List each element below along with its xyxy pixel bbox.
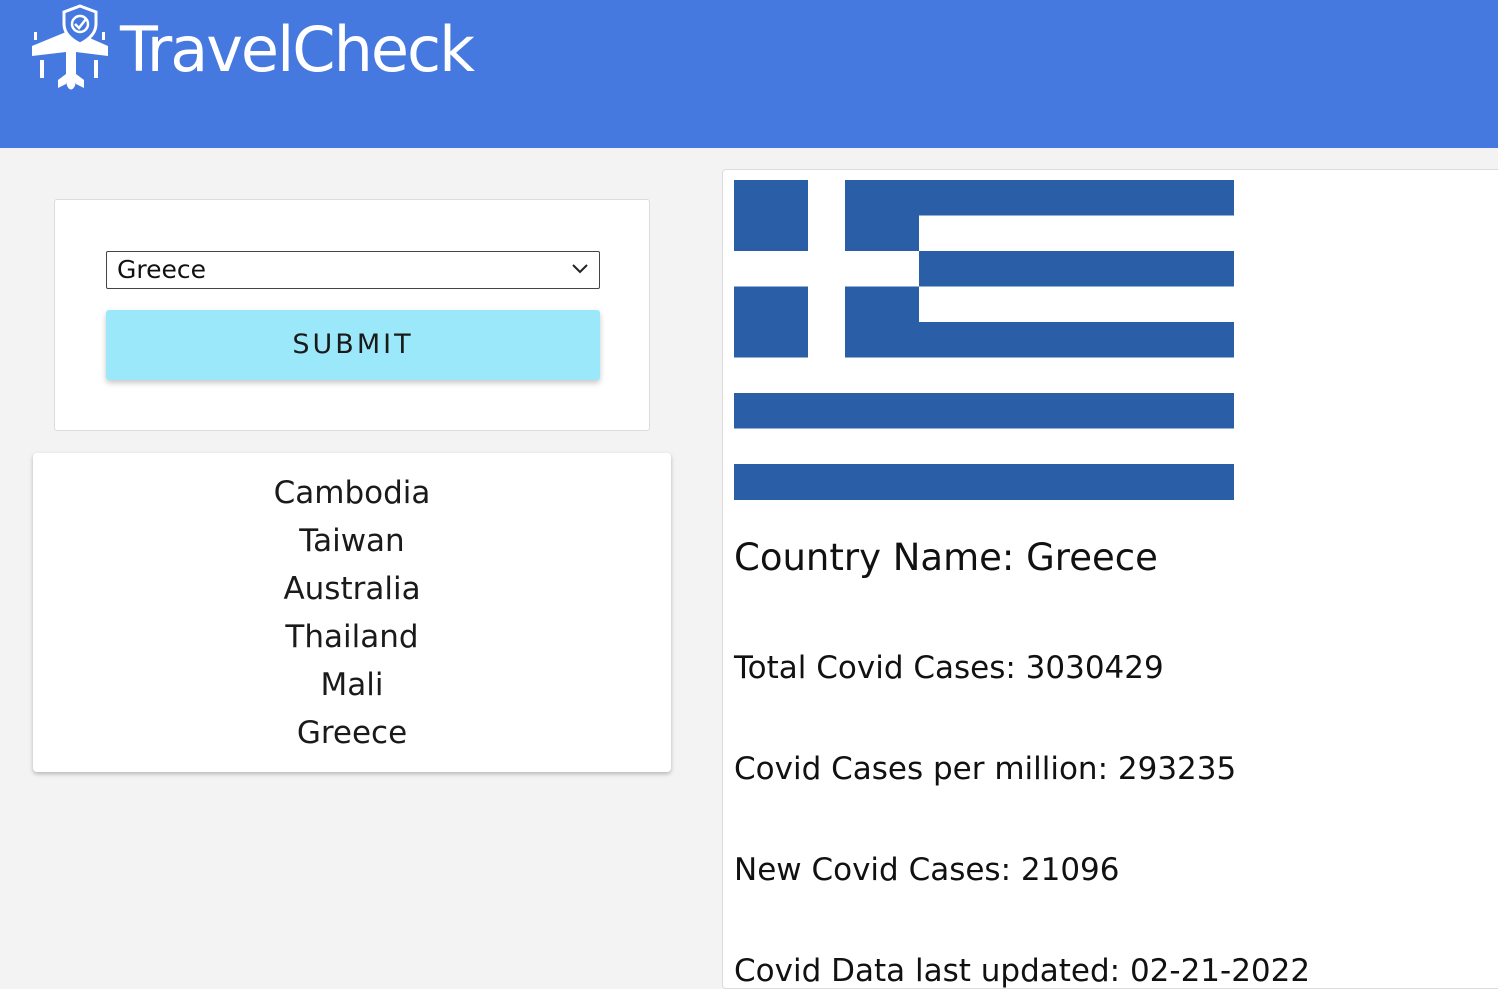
list-item[interactable]: Thailand bbox=[33, 613, 671, 661]
submit-button[interactable]: SUBMIT bbox=[106, 310, 600, 380]
new-cases: New Covid Cases: 21096 bbox=[734, 852, 1120, 888]
greece-flag bbox=[734, 180, 1234, 500]
country-select[interactable]: Greece bbox=[106, 251, 600, 289]
list-item[interactable]: Australia bbox=[33, 565, 671, 613]
app-header: TravelCheck bbox=[0, 0, 1498, 148]
chevron-down-icon bbox=[572, 264, 588, 274]
total-cases: Total Covid Cases: 3030429 bbox=[734, 650, 1164, 686]
list-item[interactable]: Cambodia bbox=[33, 469, 671, 517]
country-form-card: Greece SUBMIT bbox=[54, 199, 650, 431]
country-name: Country Name: Greece bbox=[734, 536, 1158, 579]
recent-countries-card: Cambodia Taiwan Australia Thailand Mali … bbox=[33, 453, 671, 772]
recent-countries-list: Cambodia Taiwan Australia Thailand Mali … bbox=[33, 469, 671, 757]
list-item[interactable]: Taiwan bbox=[33, 517, 671, 565]
list-item[interactable]: Greece bbox=[33, 709, 671, 757]
country-select-value: Greece bbox=[117, 255, 206, 284]
list-item[interactable]: Mali bbox=[33, 661, 671, 709]
last-updated: Covid Data last updated: 02-21-2022 bbox=[734, 953, 1311, 989]
plane-shield-check-icon bbox=[32, 4, 108, 90]
cases-per-million: Covid Cases per million: 293235 bbox=[734, 751, 1237, 787]
brand-title: TravelCheck bbox=[120, 13, 475, 86]
